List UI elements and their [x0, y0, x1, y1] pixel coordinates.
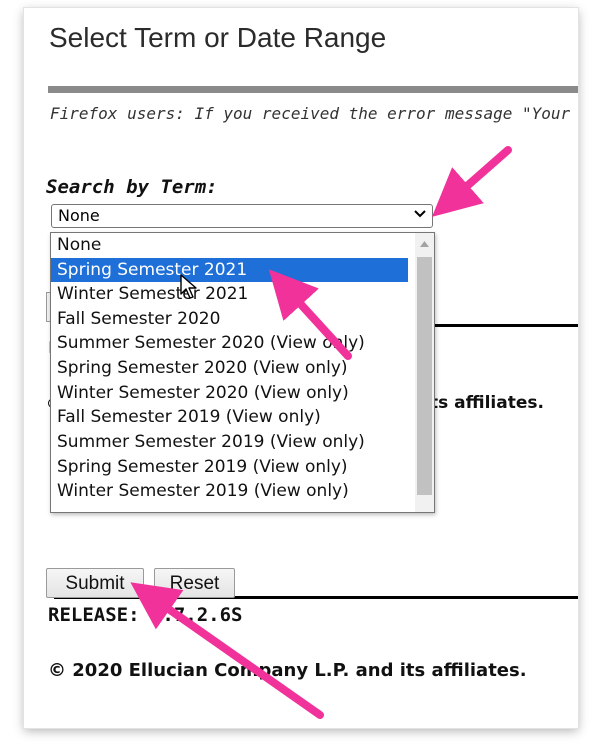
copyright-notice: © 2020 Ellucian Company L.P. and its aff…: [48, 660, 527, 681]
term-option[interactable]: Summer Semester 2019 (View only): [51, 430, 408, 454]
header-divider: [48, 86, 578, 93]
term-option[interactable]: Fall Semester 2020: [51, 307, 408, 331]
release-version: RELEASE: 8.7.2.6S: [48, 604, 243, 626]
term-option[interactable]: Spring Semester 2020 (View only): [51, 356, 408, 380]
page-title: Select Term or Date Range: [49, 22, 387, 53]
submit-button[interactable]: Submit: [46, 568, 144, 598]
term-option[interactable]: Summer Semester 2020 (View only): [51, 331, 408, 355]
term-option[interactable]: Spring Semester 2019 (View only): [51, 455, 408, 479]
chevron-down-icon: [414, 210, 426, 218]
dropdown-scrollbar[interactable]: [415, 233, 434, 512]
mouse-pointer-icon: [180, 274, 197, 299]
term-dropdown-list[interactable]: None Spring Semester 2021 Winter Semeste…: [50, 232, 435, 513]
term-option-highlighted[interactable]: Spring Semester 2021: [51, 258, 408, 282]
term-option[interactable]: Winter Semester 2020 (View only): [51, 381, 408, 405]
search-by-term-label: Search by Term:: [46, 176, 218, 198]
term-select-value: None: [58, 206, 100, 225]
term-option[interactable]: Winter Semester 2019 (View only): [51, 479, 408, 503]
term-option[interactable]: None: [51, 233, 408, 257]
scrollbar-thumb[interactable]: [417, 257, 432, 495]
reset-button[interactable]: Reset: [154, 568, 235, 598]
scroll-up-arrow-icon[interactable]: [420, 241, 429, 247]
term-select[interactable]: None: [51, 204, 433, 228]
term-option[interactable]: Winter Semester 2021: [51, 282, 408, 306]
page-card: Select Term or Date Range Firefox users:…: [24, 8, 578, 728]
obscured-affiliates-text: ts affiliates.: [430, 393, 544, 413]
firefox-notice: Firefox users: If you received the error…: [50, 104, 571, 123]
term-option[interactable]: Fall Semester 2019 (View only): [51, 405, 408, 429]
